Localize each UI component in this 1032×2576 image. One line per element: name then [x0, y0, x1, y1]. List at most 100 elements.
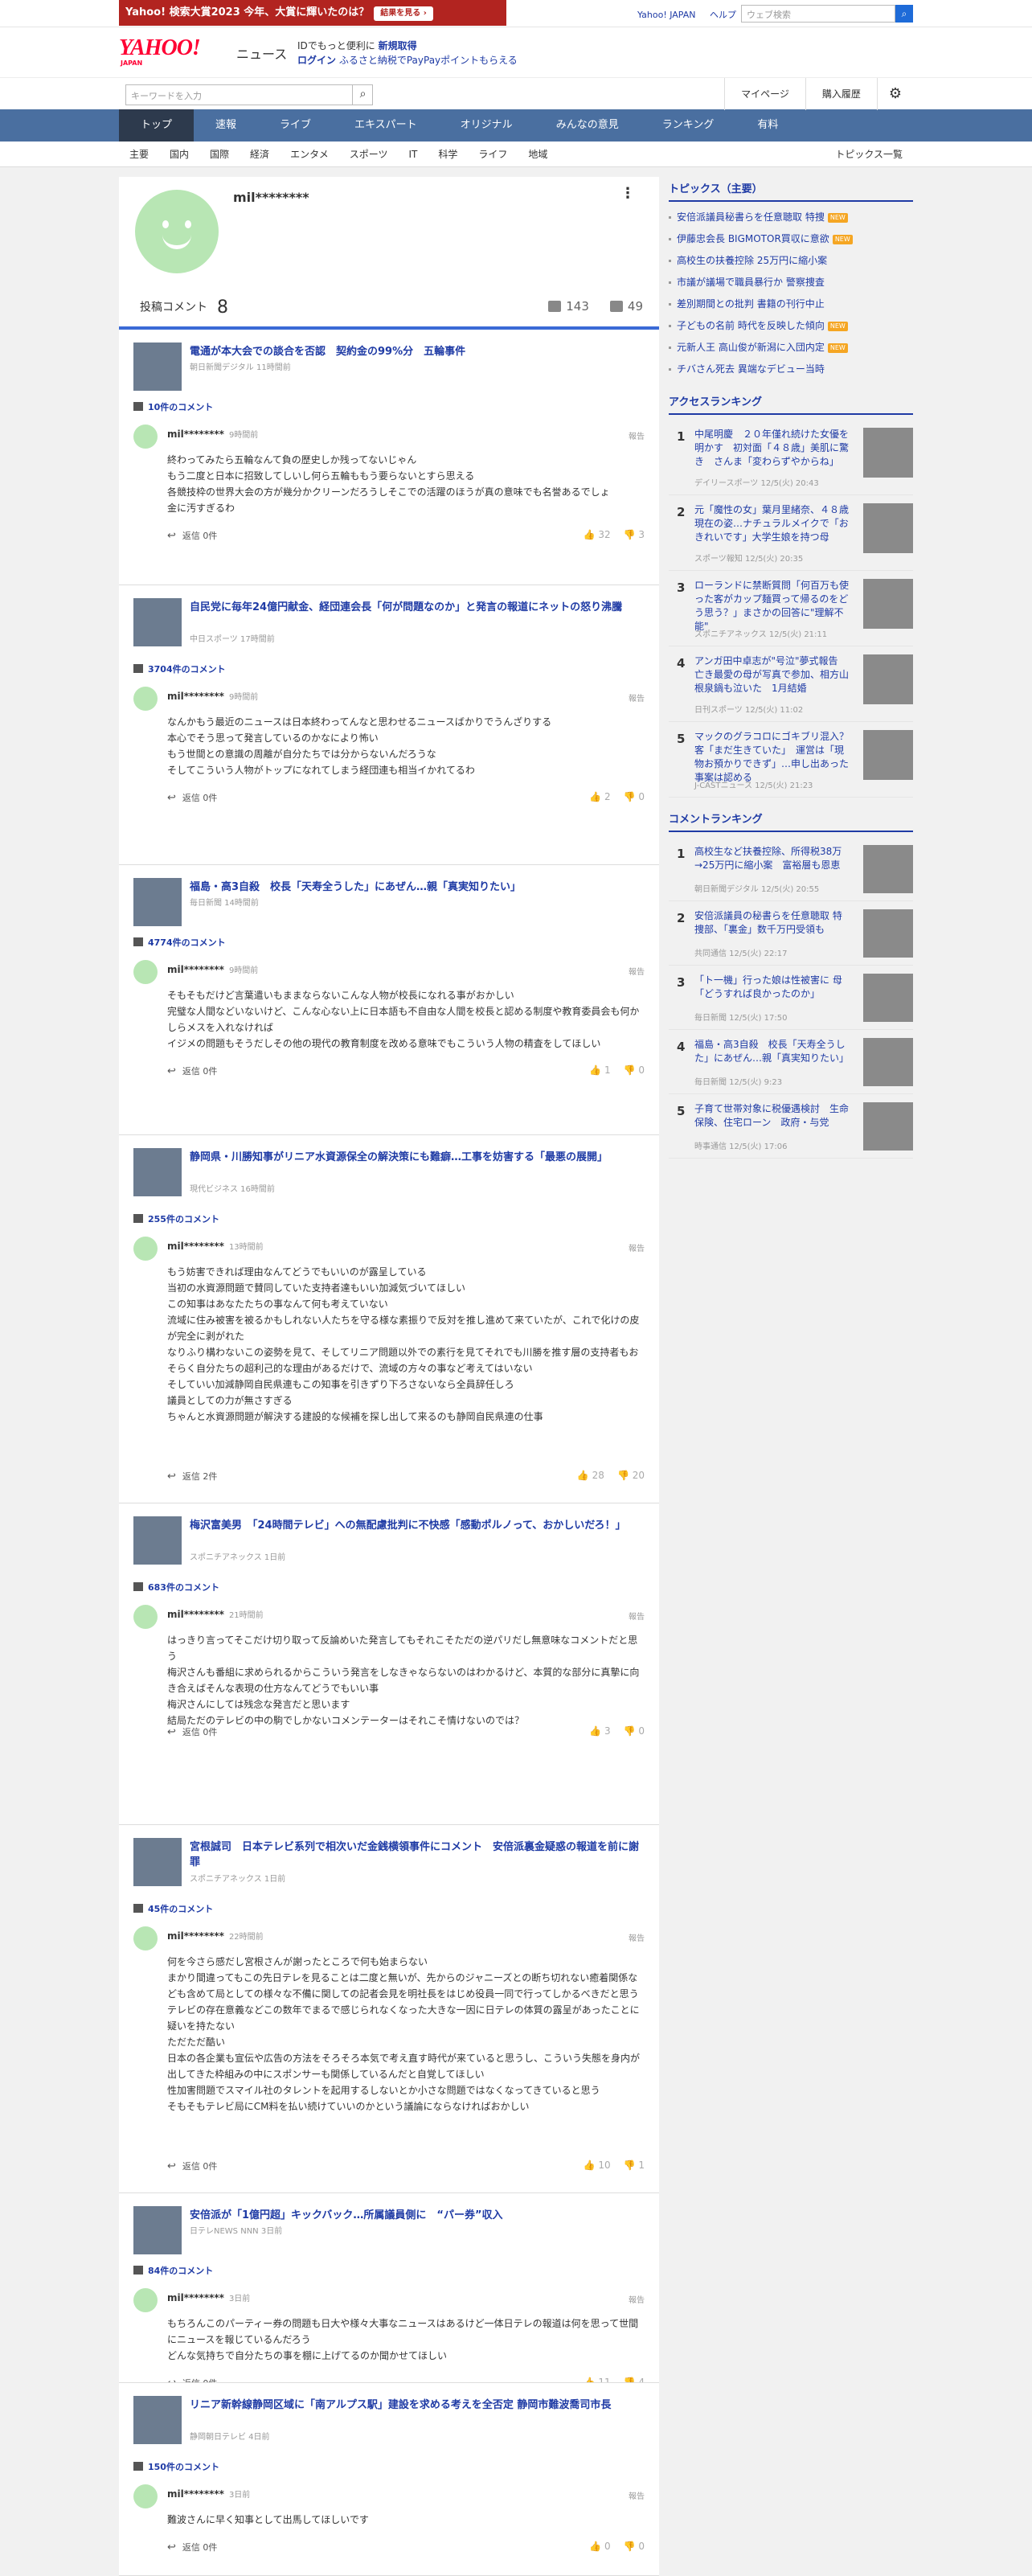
web-search-button[interactable]: ⌕: [895, 5, 913, 23]
topic-item[interactable]: 子どもの名前 時代を反映した傾向 NEW: [669, 315, 913, 337]
gnav-expert[interactable]: エキスパート: [333, 109, 439, 142]
rank-title[interactable]: 中尾明慶 ２０年僅れ続けた女優を明かす 初対面「４８歳」美肌に驚き さんま「変わ…: [694, 428, 850, 469]
cat-science[interactable]: 科学: [428, 142, 468, 167]
yahoo-logo[interactable]: YAHOO!: [119, 35, 201, 61]
report-link[interactable]: 報告: [629, 965, 645, 977]
ranking-item[interactable]: 2 安倍派議員の秘書らを任意聴取 特捜部、「裏金」数千万円受領も 共同通信 12…: [669, 901, 913, 966]
thumbs-up-icon[interactable]: 👍 0: [589, 2541, 610, 2552]
cat-life[interactable]: ライフ: [468, 142, 518, 167]
thumbs-up-icon[interactable]: 👍 2: [589, 791, 610, 802]
article-thumbnail[interactable]: [133, 1516, 182, 1565]
topic-text[interactable]: チバさん死去 異端なデビュー当時: [677, 363, 825, 375]
article-title[interactable]: 梅沢富美男 「24時間テレビ」への無配慮批判に不快感「感動ポルノって、おかしいだ…: [190, 1518, 646, 1533]
ranking-item[interactable]: 1 高校生など扶養控除、所得税38万→25万円に縮小案 富裕層も恩恵 朝日新聞デ…: [669, 837, 913, 901]
gnav-live[interactable]: ライブ: [258, 109, 333, 142]
rank-thumbnail[interactable]: [863, 1038, 913, 1086]
rank-title[interactable]: 福島・高3自殺 校長「天寿全うした」にあぜん…親「真実知りたい」: [694, 1038, 850, 1065]
article-comment-count[interactable]: 150件のコメント: [133, 2460, 219, 2473]
topic-item[interactable]: 市議が議場で職員暴行か 警察捜査: [669, 272, 913, 293]
cat-economy[interactable]: 経済: [240, 142, 280, 167]
comment-user[interactable]: mil******** 22時間前: [167, 1930, 264, 1942]
reply-button[interactable]: 返信 0件: [167, 1064, 218, 1077]
thumbs-down-icon[interactable]: 👎 4: [624, 2377, 645, 2382]
keyword-input[interactable]: キーワードを入力: [125, 84, 373, 105]
reply-button[interactable]: 返信 0件: [167, 2377, 218, 2382]
reply-button[interactable]: 返信 0件: [167, 2541, 218, 2553]
article-thumbnail[interactable]: [133, 2396, 182, 2444]
article-thumbnail[interactable]: [133, 1148, 182, 1196]
comment-user[interactable]: mil******** 3日前: [167, 2291, 250, 2303]
rank-thumbnail[interactable]: [863, 579, 913, 629]
topics-list-link[interactable]: トピックス一覧: [825, 142, 913, 167]
thumbs-up-icon[interactable]: 👍 28: [577, 1470, 604, 1481]
thumbs-down-icon[interactable]: 👎 0: [624, 1064, 645, 1076]
gnav-original[interactable]: オリジナル: [439, 109, 534, 142]
comment-user[interactable]: mil******** 21時間前: [167, 1608, 264, 1620]
gnav-opinion[interactable]: みんなの意見: [534, 109, 641, 142]
report-link[interactable]: 報告: [629, 429, 645, 441]
help-link[interactable]: ヘルプ: [710, 10, 736, 20]
article-title[interactable]: 静岡県・川勝知事がリニア水資源保全の解決策にも難癖…工事を妨害する「最悪の展開」: [190, 1150, 646, 1165]
rank-title[interactable]: マックのグラコロにゴキブリ混入？客「まだ生きていた」 運営は「現物お預かりできず…: [694, 730, 850, 785]
banner-button[interactable]: 結果を見る ›: [374, 6, 433, 21]
article-comment-count[interactable]: 45件のコメント: [133, 1902, 213, 1915]
rank-title[interactable]: アンガ田中卓志が"号泣"夢式報告 亡き最愛の母が写真で参加、相方山根泉鍋も泣いた…: [694, 654, 850, 695]
article-thumbnail[interactable]: [133, 2206, 182, 2254]
article-comment-count[interactable]: 255件のコメント: [133, 1212, 219, 1225]
topic-text[interactable]: 安倍派議員秘書らを任意聴取 特捜: [677, 211, 825, 223]
service-name[interactable]: ニュース: [236, 43, 287, 63]
thumbs-down-icon[interactable]: 👎 3: [624, 529, 645, 540]
ranking-item[interactable]: 5 子育て世帯対象に税優遇検討 生命保険、住宅ローン 政府・与党 時事通信 12…: [669, 1094, 913, 1159]
cat-entertainment[interactable]: エンタメ: [280, 142, 339, 167]
article-title[interactable]: 電通が本大会での談合を否認 契約金の99%分 五輪事件: [190, 344, 646, 359]
cat-main[interactable]: 主要: [119, 142, 159, 167]
report-link[interactable]: 報告: [629, 1610, 645, 1622]
signup-link[interactable]: 新規取得: [379, 40, 417, 51]
rank-thumbnail[interactable]: [863, 974, 913, 1022]
topic-text[interactable]: 高校生の扶養控除 25万円に縮小案: [677, 255, 827, 266]
thumbs-up-icon[interactable]: 👍 32: [584, 529, 611, 540]
article-comment-count[interactable]: 10件のコメント: [133, 400, 213, 413]
more-menu-icon[interactable]: ⋮: [620, 185, 635, 202]
reply-button[interactable]: 返信 0件: [167, 529, 218, 542]
cat-local[interactable]: 地域: [518, 142, 558, 167]
topic-item[interactable]: 元新人王 高山俊が新潟に入団内定 NEW: [669, 337, 913, 359]
rank-thumbnail[interactable]: [863, 909, 913, 958]
thumbs-down-icon[interactable]: 👎 0: [624, 2541, 645, 2552]
ranking-item[interactable]: 5 マックのグラコロにゴキブリ混入？客「まだ生きていた」 運営は「現物お預かりで…: [669, 722, 913, 798]
reply-button[interactable]: 返信 0件: [167, 2160, 218, 2172]
thumbs-down-icon[interactable]: 👎 1: [624, 2160, 645, 2171]
ranking-item[interactable]: 2 元「魔性の女」葉月里緒奈、４８歳現在の姿…ナチュラルメイクで「おきれいです」…: [669, 495, 913, 571]
rank-thumbnail[interactable]: [863, 503, 913, 553]
thumbs-up-icon[interactable]: 👍 11: [584, 2377, 611, 2382]
article-title[interactable]: 安倍派が「1億円超」キックバック…所属議員側に “パー券”収入: [190, 2208, 646, 2223]
article-title[interactable]: 自民党に毎年24億円献金、経団連会長「何が問題なのか」と発言の報道にネットの怒り…: [190, 600, 646, 615]
report-link[interactable]: 報告: [629, 1241, 645, 1253]
rank-title[interactable]: 子育て世帯対象に税優遇検討 生命保険、住宅ローン 政府・与党: [694, 1102, 850, 1130]
ranking-item[interactable]: 3 ローランドに禁断質問「何百万も使った客がカップ麺買って帰るのをどう思う？」ま…: [669, 571, 913, 646]
comment-user[interactable]: mil******** 9時間前: [167, 428, 258, 440]
article-comment-count[interactable]: 4774件のコメント: [133, 936, 226, 949]
topic-item[interactable]: 伊藤忠会長 BIGMOTOR買収に意欲 NEW: [669, 228, 913, 250]
gnav-top[interactable]: トップ: [119, 109, 195, 142]
gnav-ranking[interactable]: ランキング: [641, 109, 736, 142]
topic-text[interactable]: 伊藤忠会長 BIGMOTOR買収に意欲: [677, 233, 829, 244]
rank-title[interactable]: ローランドに禁断質問「何百万も使った客がカップ麺買って帰るのをどう思う？」まさか…: [694, 579, 850, 634]
topic-text[interactable]: 差別期間との批判 書籍の刊行中止: [677, 298, 825, 310]
promo-banner[interactable]: Yahoo! 検索大賞2023 今年、大賞に輝いたのは？ 結果を見る ›: [119, 0, 506, 26]
article-title[interactable]: リニア新幹線静岡区域に「南アルプス駅」建設を求める考えを全否定 静岡市難波喬司市…: [190, 2398, 646, 2413]
gear-icon[interactable]: ⚙: [876, 78, 913, 110]
topic-item[interactable]: 安倍派議員秘書らを任意聴取 特捜 NEW: [669, 207, 913, 228]
furusato-link[interactable]: ふるさと納税でPayPayポイントもらえる: [339, 55, 518, 66]
article-title[interactable]: 福島・高3自殺 校長「天寿全うした」にあぜん…親「真実知りたい」: [190, 880, 646, 895]
topic-item[interactable]: 高校生の扶養控除 25万円に縮小案: [669, 250, 913, 272]
comment-user[interactable]: mil******** 9時間前: [167, 963, 258, 975]
rank-title[interactable]: 高校生など扶養控除、所得税38万→25万円に縮小案 富裕層も恩恵: [694, 845, 850, 872]
article-comment-count[interactable]: 84件のコメント: [133, 2264, 213, 2277]
purchase-history-link[interactable]: 購入履歴: [805, 78, 877, 110]
cat-it[interactable]: IT: [398, 142, 428, 167]
gnav-flash[interactable]: 速報: [194, 109, 258, 142]
cat-sports[interactable]: スポーツ: [339, 142, 399, 167]
comment-user[interactable]: mil******** 3日前: [167, 2488, 250, 2500]
report-link[interactable]: 報告: [629, 2293, 645, 2305]
